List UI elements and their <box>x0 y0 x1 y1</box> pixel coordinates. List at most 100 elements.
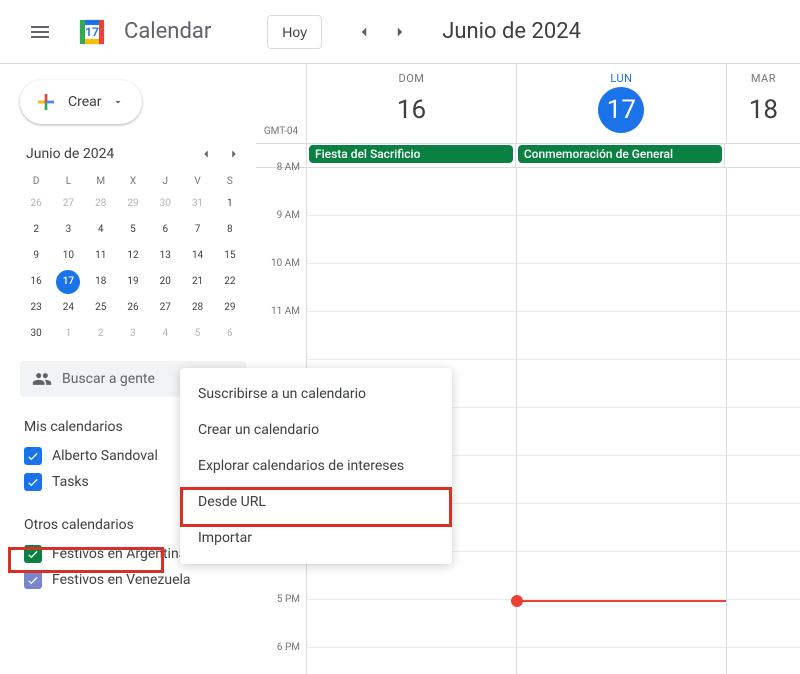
mini-cal-day[interactable]: 26 <box>121 296 145 320</box>
mini-cal-day[interactable]: 11 <box>89 244 113 268</box>
calendar-checkbox[interactable] <box>24 571 42 589</box>
mini-cal-day[interactable]: 20 <box>153 270 177 294</box>
allday-cell[interactable] <box>724 144 800 167</box>
mini-cal-day[interactable]: 17 <box>56 270 80 294</box>
hour-cell[interactable] <box>517 456 726 504</box>
time-column[interactable] <box>726 168 800 674</box>
day-header[interactable]: DOM16 <box>306 64 516 143</box>
mini-cal-day[interactable]: 4 <box>153 322 177 346</box>
hour-cell[interactable] <box>307 168 516 216</box>
mini-cal-day[interactable]: 26 <box>24 192 48 216</box>
hour-cell[interactable] <box>727 360 800 408</box>
mini-cal-day[interactable]: 3 <box>121 322 145 346</box>
mini-cal-day[interactable]: 4 <box>89 218 113 242</box>
time-column[interactable] <box>516 168 726 674</box>
mini-cal-day[interactable]: 27 <box>153 296 177 320</box>
allday-event-chip[interactable]: Conmemoración de General <box>518 145 722 163</box>
hour-cell[interactable] <box>517 504 726 552</box>
mini-cal-day[interactable]: 9 <box>24 244 48 268</box>
hour-cell[interactable] <box>727 648 800 674</box>
popup-menu-item[interactable]: Desde URL <box>180 484 452 520</box>
prev-period-button[interactable] <box>346 14 382 50</box>
popup-menu-item[interactable]: Crear un calendario <box>180 412 452 448</box>
mini-cal-day[interactable]: 5 <box>121 218 145 242</box>
mini-cal-day[interactable]: 10 <box>56 244 80 268</box>
mini-cal-day[interactable]: 16 <box>24 270 48 294</box>
hour-cell[interactable] <box>727 456 800 504</box>
mini-cal-day[interactable]: 5 <box>186 322 210 346</box>
hour-cell[interactable] <box>727 408 800 456</box>
mini-cal-day[interactable]: 29 <box>121 192 145 216</box>
mini-cal-day[interactable]: 18 <box>89 270 113 294</box>
mini-cal-day[interactable]: 25 <box>89 296 113 320</box>
hour-cell[interactable] <box>517 552 726 600</box>
mini-cal-day[interactable]: 22 <box>218 270 242 294</box>
day-number[interactable]: 16 <box>388 87 434 133</box>
hour-cell[interactable] <box>307 216 516 264</box>
hour-cell[interactable] <box>727 168 800 216</box>
main-menu-button[interactable] <box>16 8 64 56</box>
hour-cell[interactable] <box>307 600 516 648</box>
mini-cal-day[interactable]: 28 <box>89 192 113 216</box>
day-header[interactable]: LUN17 <box>516 64 726 143</box>
day-header[interactable]: MAR18 <box>726 64 800 143</box>
hour-cell[interactable] <box>307 312 516 360</box>
hour-cell[interactable] <box>307 648 516 674</box>
mini-cal-day[interactable]: 31 <box>186 192 210 216</box>
hour-cell[interactable] <box>727 264 800 312</box>
allday-cell[interactable]: Fiesta del Sacrificio <box>306 144 515 167</box>
hour-cell[interactable] <box>517 648 726 674</box>
mini-cal-day[interactable]: 12 <box>121 244 145 268</box>
hour-cell[interactable] <box>517 168 726 216</box>
hour-cell[interactable] <box>727 312 800 360</box>
mini-cal-day[interactable]: 14 <box>186 244 210 268</box>
mini-cal-day[interactable]: 24 <box>56 296 80 320</box>
mini-cal-next-button[interactable] <box>222 142 246 166</box>
mini-cal-day[interactable]: 1 <box>218 192 242 216</box>
hour-cell[interactable] <box>517 264 726 312</box>
hour-cell[interactable] <box>727 216 800 264</box>
hour-cell[interactable] <box>727 552 800 600</box>
mini-cal-day[interactable]: 1 <box>56 322 80 346</box>
mini-cal-day[interactable]: 6 <box>153 218 177 242</box>
popup-menu-item[interactable]: Explorar calendarios de intereses <box>180 448 452 484</box>
calendar-checkbox[interactable] <box>24 447 42 465</box>
calendar-list-item[interactable]: Festivos en Venezuela <box>20 567 246 593</box>
hour-cell[interactable] <box>727 504 800 552</box>
hour-cell[interactable] <box>727 600 800 648</box>
mini-cal-day[interactable]: 28 <box>186 296 210 320</box>
mini-cal-day[interactable]: 29 <box>218 296 242 320</box>
mini-cal-day[interactable]: 15 <box>218 244 242 268</box>
popup-menu-item[interactable]: Suscribirse a un calendario <box>180 376 452 412</box>
hour-cell[interactable] <box>517 408 726 456</box>
calendar-checkbox[interactable] <box>24 473 42 491</box>
today-button[interactable]: Hoy <box>267 15 322 49</box>
mini-cal-day[interactable]: 27 <box>56 192 80 216</box>
mini-cal-day[interactable]: 30 <box>24 322 48 346</box>
mini-cal-day[interactable]: 7 <box>186 218 210 242</box>
day-number[interactable]: 18 <box>740 87 786 133</box>
hour-cell[interactable] <box>517 360 726 408</box>
mini-cal-day[interactable]: 23 <box>24 296 48 320</box>
mini-cal-day[interactable]: 13 <box>153 244 177 268</box>
calendar-checkbox[interactable] <box>24 545 42 563</box>
hour-cell[interactable] <box>517 216 726 264</box>
create-button[interactable]: Crear <box>20 80 142 124</box>
next-period-button[interactable] <box>382 14 418 50</box>
mini-cal-day[interactable]: 6 <box>218 322 242 346</box>
hour-cell[interactable] <box>307 264 516 312</box>
hour-cell[interactable] <box>517 600 726 648</box>
mini-cal-day[interactable]: 2 <box>24 218 48 242</box>
mini-cal-day[interactable]: 3 <box>56 218 80 242</box>
mini-cal-day[interactable]: 21 <box>186 270 210 294</box>
mini-cal-prev-button[interactable] <box>194 142 218 166</box>
popup-menu-item[interactable]: Importar <box>180 520 452 556</box>
allday-event-chip[interactable]: Fiesta del Sacrificio <box>309 145 513 163</box>
mini-cal-day[interactable]: 8 <box>218 218 242 242</box>
day-number[interactable]: 17 <box>598 87 644 133</box>
hour-cell[interactable] <box>517 312 726 360</box>
allday-cell[interactable]: Conmemoración de General <box>515 144 724 167</box>
mini-cal-day[interactable]: 19 <box>121 270 145 294</box>
mini-cal-day[interactable]: 30 <box>153 192 177 216</box>
mini-cal-day[interactable]: 2 <box>89 322 113 346</box>
